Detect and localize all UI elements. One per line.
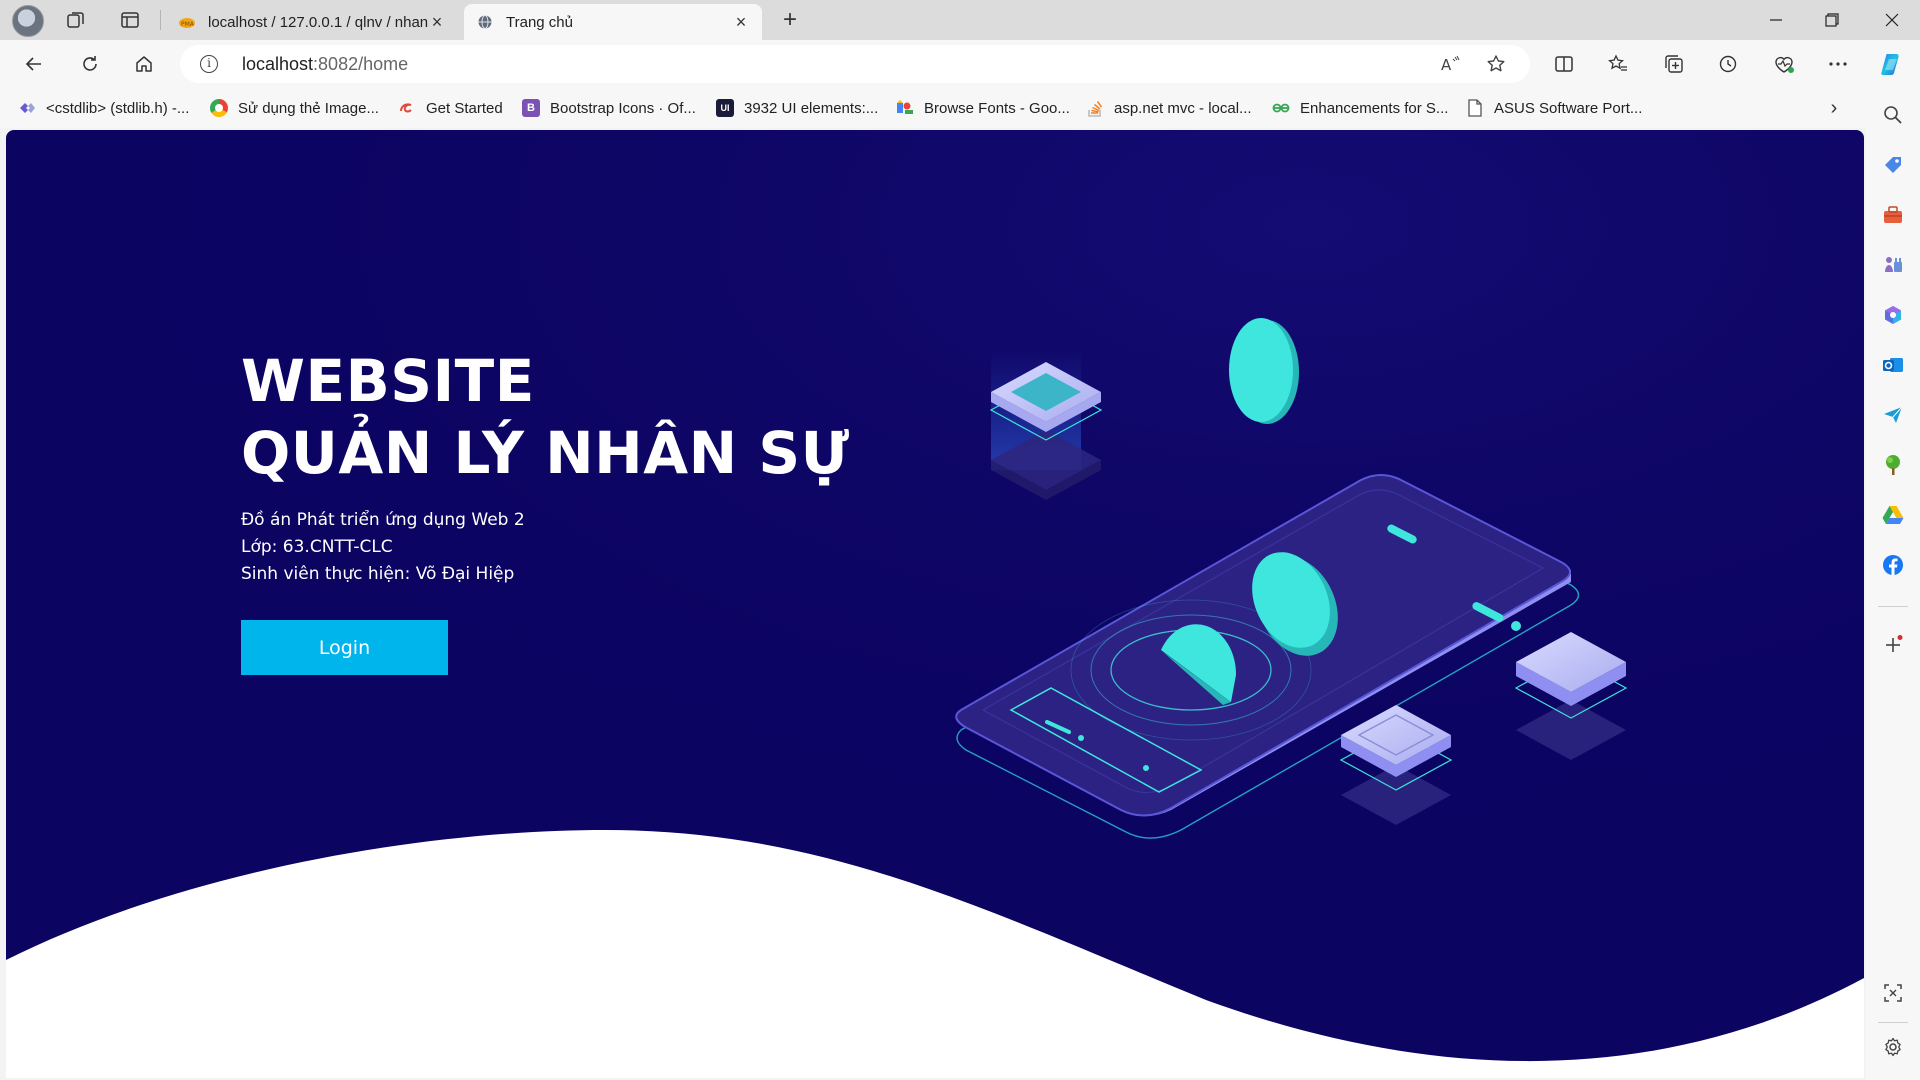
bookmark-item[interactable]: Browse Fonts - Goo...: [896, 96, 1070, 120]
bookmark-label: 3932 UI elements:...: [744, 99, 879, 117]
split-screen-icon[interactable]: [1548, 48, 1580, 80]
tab-actions-icon[interactable]: [116, 6, 144, 34]
back-arrow-icon: [25, 57, 41, 71]
refresh-button[interactable]: [74, 48, 106, 80]
bookmark-item[interactable]: Get Started: [398, 96, 503, 120]
refresh-icon: [83, 56, 97, 71]
bookmark-item[interactable]: UI 3932 UI elements:...: [716, 96, 878, 120]
swirl-icon: [398, 99, 416, 117]
project-name: Đồ án Phát triển ứng dụng Web 2: [241, 510, 525, 530]
svg-text:A: A: [1441, 56, 1452, 73]
microsoft-365-icon[interactable]: [1880, 302, 1906, 328]
globe-icon: [476, 13, 494, 31]
bookmark-item[interactable]: Sử dụng thẻ Image...: [210, 96, 379, 120]
bookmark-item[interactable]: <cstdlib> (stdlib.h) -...: [18, 96, 189, 120]
more-options-icon[interactable]: [1822, 48, 1854, 80]
profile-avatar[interactable]: [12, 5, 44, 37]
close-window-button[interactable]: [1864, 0, 1920, 40]
search-icon[interactable]: [1880, 102, 1906, 128]
tab-trang-chu[interactable]: Trang chủ ×: [464, 4, 762, 40]
bookmark-label: Enhancements for S...: [1300, 99, 1449, 117]
tab-title: Trang chủ: [506, 13, 573, 31]
url-text[interactable]: localhost:8082/home: [242, 54, 408, 75]
hero-section: WEBSITE QUẢN LÝ NHÂN SỰ Đồ án Phát triển…: [6, 130, 1864, 1078]
cplusplus-icon: [18, 99, 36, 117]
tree-icon[interactable]: [1880, 452, 1906, 478]
screenshot-icon[interactable]: [1880, 980, 1906, 1006]
history-icon[interactable]: [1712, 48, 1744, 80]
edge-sidebar: [1866, 88, 1920, 1080]
google-fonts-icon: [896, 99, 914, 117]
isometric-phone-illustration: [955, 318, 1628, 839]
home-icon: [136, 56, 152, 72]
bookmark-item[interactable]: Enhancements for S...: [1272, 96, 1448, 120]
browser-essentials-icon[interactable]: [1768, 48, 1800, 80]
stackoverflow-icon: [1086, 99, 1104, 117]
bookmark-label: Sử dụng thẻ Image...: [238, 99, 379, 117]
address-bar[interactable]: i localhost:8082/home A: [180, 45, 1530, 83]
copilot-icon[interactable]: [1876, 48, 1908, 80]
outlook-icon[interactable]: [1880, 352, 1906, 378]
bookmark-label: Bootstrap Icons · Of...: [550, 99, 696, 117]
collections-icon[interactable]: [1658, 48, 1690, 80]
restore-button[interactable]: [1804, 0, 1860, 40]
tab-phpmyadmin[interactable]: PMA localhost / 127.0.0.1 / qlnv / nhanv…: [166, 4, 458, 40]
url-host: localhost: [242, 54, 314, 74]
favorites-icon[interactable]: [1602, 48, 1634, 80]
close-tab-icon[interactable]: ×: [732, 12, 750, 33]
favorite-star-icon[interactable]: [1484, 52, 1508, 76]
home-button[interactable]: [128, 48, 160, 80]
workspaces-icon[interactable]: [62, 6, 90, 34]
svg-text:PMA: PMA: [181, 21, 195, 28]
chrome-style-icon: [210, 99, 228, 117]
bookmark-item[interactable]: ASUS Software Port...: [1466, 96, 1642, 120]
shopping-tag-icon[interactable]: [1880, 152, 1906, 178]
extension-icon: [1272, 99, 1290, 117]
page-viewport: WEBSITE QUẢN LÝ NHÂN SỰ Đồ án Phát triển…: [6, 130, 1864, 1078]
google-drive-icon[interactable]: [1880, 502, 1906, 528]
url-path: :8082/home: [313, 54, 409, 74]
bookmarks-bar: <cstdlib> (stdlib.h) -... Sử dụng thẻ Im…: [0, 88, 1880, 128]
bookmark-label: <cstdlib> (stdlib.h) -...: [46, 99, 190, 117]
minimize-button[interactable]: [1748, 0, 1804, 40]
phpmyadmin-icon: PMA: [178, 13, 196, 31]
class-name: Lớp: 63.CNTT-CLC: [241, 537, 393, 557]
tab-bar: PMA localhost / 127.0.0.1 / qlnv / nhanv…: [0, 0, 1920, 40]
tools-icon[interactable]: [1880, 202, 1906, 228]
add-sidebar-app-icon[interactable]: [1880, 632, 1906, 658]
student-name: Sinh viên thực hiện: Võ Đại Hiệp: [241, 564, 515, 584]
page-icon: [1466, 99, 1484, 117]
hero-title-line-1: WEBSITE: [241, 347, 535, 415]
settings-gear-icon[interactable]: [1880, 1034, 1906, 1060]
bootstrap-icon: B: [522, 99, 540, 117]
site-info-icon[interactable]: i: [200, 55, 218, 73]
uiverse-icon: UI: [716, 99, 734, 117]
tab-title: localhost / 127.0.0.1 / qlnv / nhanvien: [208, 13, 428, 31]
chevron-right-icon[interactable]: ›: [1822, 96, 1846, 120]
navigation-toolbar: i localhost:8082/home A: [0, 40, 1920, 88]
browser-window: PMA localhost / 127.0.0.1 / qlnv / nhanv…: [0, 0, 1920, 1080]
new-tab-button[interactable]: +: [776, 6, 804, 34]
bookmark-label: asp.net mvc - local...: [1114, 99, 1252, 117]
facebook-icon[interactable]: [1880, 552, 1906, 578]
games-icon[interactable]: [1880, 252, 1906, 278]
send-icon[interactable]: [1880, 402, 1906, 428]
bookmark-item[interactable]: asp.net mvc - local...: [1086, 96, 1252, 120]
back-button[interactable]: [18, 48, 50, 80]
hero-text-block: WEBSITE QUẢN LÝ NHÂN SỰ Đồ án Phát triển…: [241, 345, 850, 588]
bookmark-item[interactable]: B Bootstrap Icons · Of...: [522, 96, 696, 120]
close-tab-icon[interactable]: ×: [428, 12, 446, 33]
hero-title-line-2: QUẢN LÝ NHÂN SỰ: [241, 419, 850, 487]
bookmark-label: ASUS Software Port...: [1494, 99, 1643, 117]
login-button[interactable]: Login: [241, 620, 448, 675]
bookmark-label: Browse Fonts - Goo...: [924, 99, 1070, 117]
read-aloud-icon[interactable]: A: [1438, 52, 1462, 76]
bookmark-label: Get Started: [426, 99, 503, 117]
